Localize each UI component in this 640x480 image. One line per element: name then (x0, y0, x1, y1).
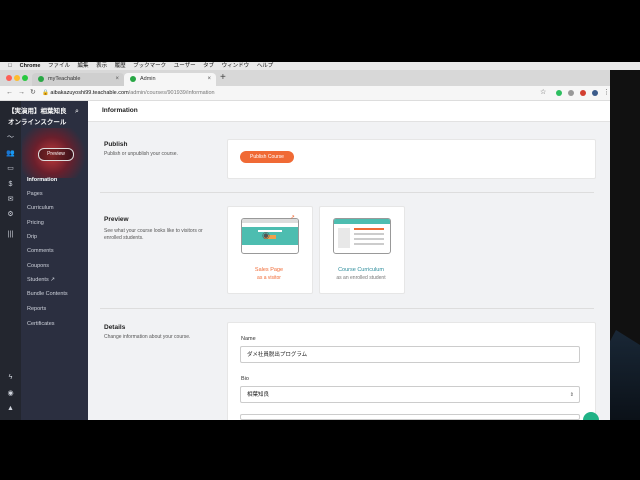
graduation-icon[interactable]: ▲ (6, 404, 15, 413)
sidebar-item-comments[interactable]: Comments (27, 247, 54, 255)
menu-history[interactable]: 履歴 (115, 62, 126, 70)
publish-title: Publish (104, 141, 128, 148)
tab-bar: myTeachable × Admin × + (0, 70, 610, 86)
sidebar-item-drip[interactable]: Drip (27, 233, 37, 241)
publish-course-button[interactable]: Publish Course (240, 151, 294, 163)
back-icon[interactable]: ← (6, 87, 13, 99)
address-bar: ← → ↻ 🔒 aibakazuyoshi99.teachable.com/ad… (0, 86, 610, 101)
dollar-icon[interactable]: $ (6, 180, 15, 189)
tab-label: Admin (140, 76, 156, 82)
eye-icon: ◉ (262, 230, 270, 240)
gear-icon[interactable]: ⚙ (6, 210, 15, 219)
mail-icon[interactable]: ✉ (6, 195, 15, 204)
name-input[interactable]: ダメ社員脱出プログラム (240, 346, 580, 363)
user-circle-icon[interactable]: ◉ (6, 389, 15, 398)
details-title: Details (104, 324, 126, 331)
profile-avatar[interactable] (592, 90, 598, 96)
bio-label: Bio (241, 376, 249, 382)
course-curriculum-sub: as an enrolled student (336, 275, 386, 281)
sidebar-item-reports[interactable]: Reports (27, 305, 46, 313)
sales-page-label[interactable]: Sales Page (227, 267, 311, 273)
site-icon[interactable]: ▭ (6, 164, 15, 173)
new-tab-button[interactable]: + (220, 72, 226, 84)
students-label: Students (27, 277, 49, 283)
menu-bookmarks[interactable]: ブックマーク (133, 62, 166, 70)
name-label: Name (241, 336, 256, 342)
preview-button[interactable]: Preview (38, 148, 74, 161)
teachable-favicon-icon (38, 76, 44, 82)
select-arrows-icon: ⇕ (569, 392, 574, 398)
url-host: aibakazuyoshi99.teachable.com (50, 90, 129, 96)
page-header: Information (88, 101, 610, 122)
page-title: Information (102, 107, 138, 114)
library-icon[interactable]: ||| (6, 230, 15, 239)
lock-icon: 🔒 (42, 90, 49, 96)
forward-icon[interactable]: → (18, 87, 25, 99)
publish-desc: Publish or unpublish your course. (104, 151, 178, 157)
section-divider (100, 192, 594, 193)
menu-tab[interactable]: タブ (203, 62, 214, 70)
menu-edit[interactable]: 編集 (78, 62, 89, 70)
sales-page-thumbnail (241, 218, 299, 254)
sidebar-item-pricing[interactable]: Pricing (27, 219, 44, 227)
sidebar-item-bundle-contents[interactable]: Bundle Contents (27, 290, 68, 298)
details-desc: Change information about your course. (104, 334, 191, 340)
menu-app-chrome[interactable]: Chrome (20, 62, 41, 70)
menu-help[interactable]: ヘルプ (257, 62, 274, 70)
tab-myteachable[interactable]: myTeachable × (32, 73, 124, 86)
chrome-menu-icon[interactable]: ⋮ (603, 87, 610, 99)
bookmark-star-icon[interactable]: ☆ (540, 87, 546, 99)
sidebar-item-certificates[interactable]: Certificates (27, 320, 55, 328)
menu-view[interactable]: 表示 (96, 62, 107, 70)
bio-select[interactable]: 相葉知良 ⇕ (240, 386, 580, 403)
minimize-window-button[interactable] (14, 75, 20, 81)
users-icon[interactable]: 👥 (6, 149, 15, 158)
close-window-button[interactable] (6, 75, 12, 81)
extension-red-icon[interactable] (580, 90, 586, 96)
sidebar-item-students[interactable]: Students ↗ (27, 276, 55, 284)
sales-page-sub: as a visitor (257, 275, 281, 281)
apple-icon[interactable]:  (8, 62, 12, 70)
section-divider (100, 308, 594, 309)
search-icon[interactable]: ⌕ (75, 108, 79, 116)
teachable-favicon-icon (130, 76, 136, 82)
extension-evernote-icon[interactable] (556, 90, 562, 96)
url-field[interactable]: 🔒 aibakazuyoshi99.teachable.com/admin/co… (42, 88, 215, 98)
sidebar-item-coupons[interactable]: Coupons (27, 262, 49, 270)
preview-desc: See what your course looks like to visit… (104, 228, 203, 241)
url-path: /admin/courses/901939/information (128, 90, 215, 96)
bio-value: 相葉知良 (247, 392, 270, 398)
sidebar-item-information[interactable]: Information (27, 176, 57, 184)
extension-gray-icon[interactable] (568, 90, 574, 96)
preview-title: Preview (104, 216, 129, 223)
sidebar-item-curriculum[interactable]: Curriculum (27, 204, 54, 212)
bottom-letterbox (0, 420, 640, 480)
details-card (227, 322, 596, 422)
close-tab-icon[interactable]: × (115, 73, 119, 86)
bolt-icon[interactable]: ϟ (6, 373, 15, 382)
school-name[interactable]: 【実演用】相葉知良オンラインスクール (8, 106, 72, 128)
external-link-icon: ↗ (50, 277, 55, 283)
sidebar-item-pages[interactable]: Pages (27, 190, 43, 198)
chart-icon[interactable]: 〜 (6, 133, 15, 142)
reload-icon[interactable]: ↻ (30, 87, 36, 99)
curriculum-thumbnail (333, 218, 391, 254)
course-curriculum-label[interactable]: Course Curriculum (319, 267, 403, 273)
zoom-window-button[interactable] (22, 75, 28, 81)
tab-label: myTeachable (48, 76, 81, 82)
open-external-icon[interactable]: ↗ (290, 214, 295, 221)
menu-file[interactable]: ファイル (48, 62, 70, 70)
menu-window[interactable]: ウィンドウ (222, 62, 250, 70)
menu-user[interactable]: ユーザー (174, 62, 196, 70)
tab-admin[interactable]: Admin × (124, 73, 216, 86)
close-tab-icon[interactable]: × (207, 73, 211, 86)
mac-menu-bar:  Chrome ファイル 編集 表示 履歴 ブックマーク ユーザー タブ ウィ… (0, 62, 640, 70)
